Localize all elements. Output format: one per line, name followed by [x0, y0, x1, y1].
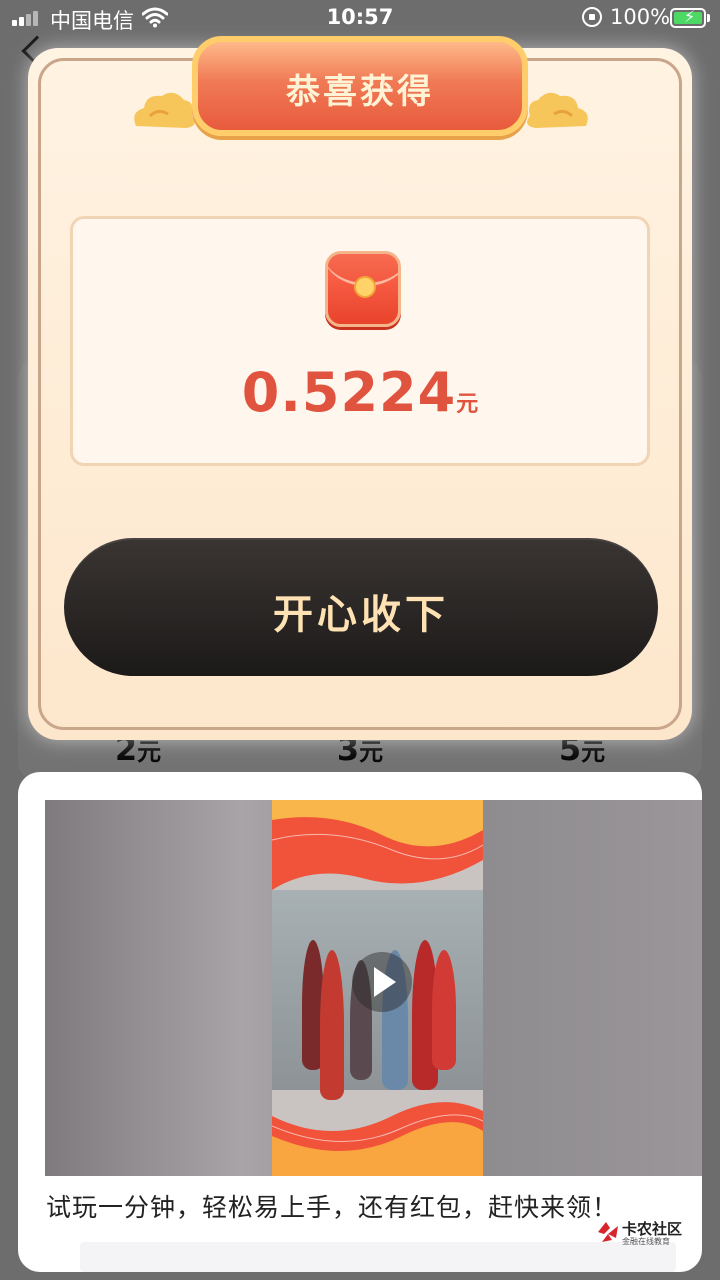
- battery-icon: ⚡: [670, 8, 706, 28]
- kanong-logo-icon: [598, 1222, 618, 1242]
- video-frame: [272, 800, 483, 1176]
- amount-unit: 元: [456, 392, 479, 417]
- reward-box: 0.5224元: [70, 216, 650, 466]
- cloud-decoration-icon: [527, 92, 588, 128]
- watermark-subtitle: 金融在线教育: [622, 1237, 670, 1246]
- reward-amount: 0.5224元: [73, 361, 647, 424]
- watermark: 卡农社区 金融在线教育: [596, 1218, 696, 1248]
- ad-card[interactable]: 试玩一分钟，轻松易上手，还有红包，赶快来领！ 卡农社区 金融在线教育: [18, 772, 702, 1272]
- rotation-lock-icon: [582, 7, 602, 27]
- battery-percentage: 100%: [610, 5, 671, 29]
- battery-cap: [707, 14, 710, 22]
- accept-button[interactable]: 开心收下: [64, 538, 658, 676]
- ad-info-strip: [80, 1242, 676, 1272]
- amount-value: 0.5224: [241, 361, 457, 424]
- cloud-decoration-icon: [134, 92, 195, 128]
- ad-caption: 试玩一分钟，轻松易上手，还有红包，赶快来领！: [46, 1193, 619, 1222]
- play-icon[interactable]: [352, 952, 412, 1012]
- popup-title: 恭喜获得: [286, 72, 434, 112]
- title-ribbon: 恭喜获得: [192, 36, 528, 136]
- status-bar: 中国电信 10:57 100% ⚡: [0, 0, 720, 36]
- red-envelope-icon: [325, 251, 401, 327]
- ad-video[interactable]: [45, 800, 702, 1176]
- accept-button-label: 开心收下: [273, 592, 449, 638]
